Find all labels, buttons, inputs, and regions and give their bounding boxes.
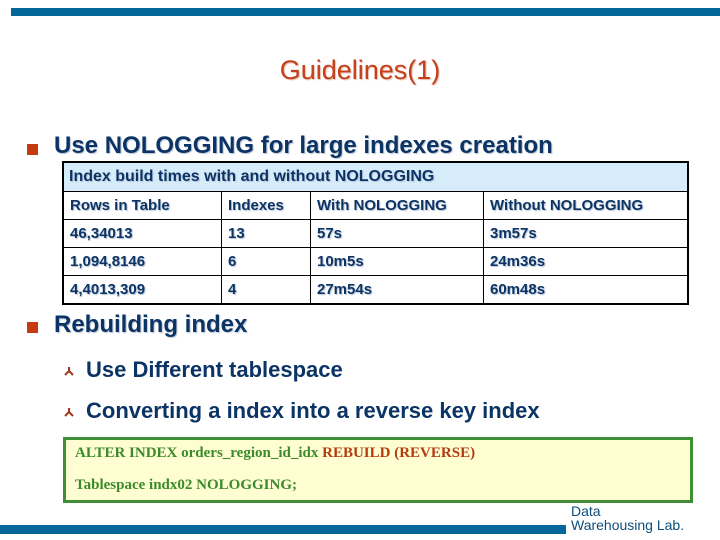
subbullet-reverse-key-index: Converting a index into a reverse key in…	[86, 398, 540, 423]
table-cell: 6	[221, 247, 311, 276]
bottom-decorative-bar	[0, 525, 566, 534]
table-cell: 13	[221, 219, 311, 248]
bullet-nologging: Use NOLOGGING for large indexes creation	[54, 132, 553, 159]
sql-alter-index: ALTER INDEX orders_region_id_idx	[75, 445, 323, 461]
table-header-row: Rows in Table Indexes With NOLOGGING Wit…	[62, 191, 689, 220]
square-bullet-icon	[27, 322, 38, 333]
table-caption-row: Index build times with and without NOLOG…	[62, 161, 689, 192]
footer-line-2: Warehousing Lab.	[571, 517, 685, 533]
table-row: 4,4013,309 4 27m54s 60m48s	[62, 275, 689, 305]
column-header: Rows in Table	[62, 191, 222, 220]
table-cell: 1,094,8146	[62, 247, 222, 276]
table-cell: 4,4013,309	[62, 275, 222, 305]
table-cell: 24m36s	[483, 247, 689, 276]
column-header: With NOLOGGING	[310, 191, 484, 220]
table-cell: 27m54s	[310, 275, 484, 305]
tripod-bullet-icon	[64, 407, 74, 419]
table-row: 1,094,8146 6 10m5s 24m36s	[62, 247, 689, 276]
footer-line-1: Data	[571, 503, 601, 519]
table-row: 46,34013 13 57s 3m57s	[62, 219, 689, 248]
sql-code-box: ALTER INDEX orders_region_id_idx REBUILD…	[63, 437, 693, 503]
column-header: Without NOLOGGING	[483, 191, 689, 220]
footer-lab-name: Data Warehousing Lab.	[571, 504, 684, 532]
sql-line-1: ALTER INDEX orders_region_id_idx REBUILD…	[75, 445, 475, 462]
slide-title: Guidelines(1)	[279, 55, 441, 85]
square-bullet-icon	[27, 144, 38, 155]
column-header: Indexes	[221, 191, 311, 220]
table-cell: 3m57s	[483, 219, 689, 248]
table-cell: 57s	[310, 219, 484, 248]
tripod-bullet-icon	[64, 366, 74, 378]
table-cell: 4	[221, 275, 311, 305]
table-cell: 60m48s	[483, 275, 689, 305]
table-caption: Index build times with and without NOLOG…	[62, 161, 689, 192]
bullet-rebuilding-index: Rebuilding index	[54, 311, 248, 338]
subbullet-different-tablespace: Use Different tablespace	[86, 357, 343, 382]
table-cell: 10m5s	[310, 247, 484, 276]
sql-rebuild-reverse: REBUILD (REVERSE)	[322, 445, 476, 461]
index-build-times-table: Index build times with and without NOLOG…	[62, 161, 689, 305]
table-cell: 46,34013	[62, 219, 222, 248]
sql-line-2: Tablespace indx02 NOLOGGING;	[75, 477, 297, 493]
top-decorative-bar	[11, 8, 720, 16]
